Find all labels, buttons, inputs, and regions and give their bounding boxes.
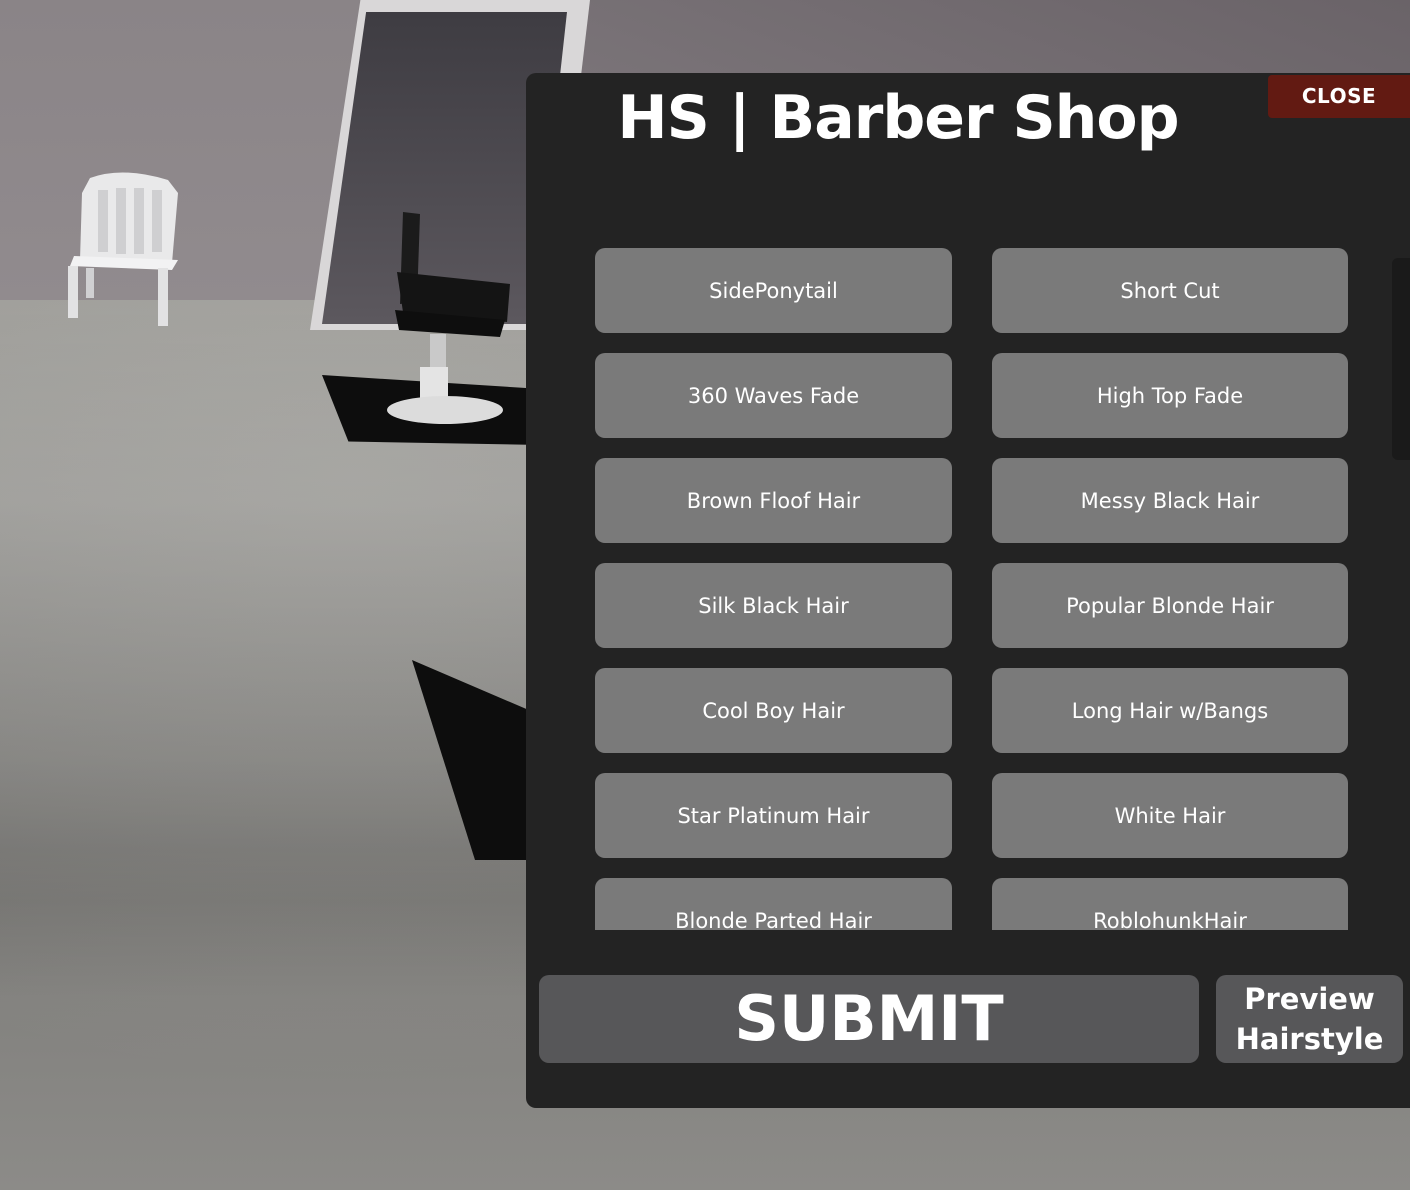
hairstyle-option[interactable]: Star Platinum Hair: [595, 773, 952, 858]
hairstyle-option[interactable]: 360 Waves Fade: [595, 353, 952, 438]
hairstyle-list[interactable]: SidePonytail Short Cut 360 Waves Fade Hi…: [585, 240, 1375, 930]
hairstyle-option[interactable]: Silk Black Hair: [595, 563, 952, 648]
hairstyle-option[interactable]: Cool Boy Hair: [595, 668, 952, 753]
hairstyle-option[interactable]: SidePonytail: [595, 248, 952, 333]
submit-button[interactable]: SUBMIT: [539, 975, 1199, 1063]
hairstyle-option[interactable]: High Top Fade: [992, 353, 1348, 438]
hairstyle-option[interactable]: RoblohunkHair: [992, 878, 1348, 930]
list-scrollbar[interactable]: [1392, 258, 1410, 460]
hairstyle-option[interactable]: Short Cut: [992, 248, 1348, 333]
close-button[interactable]: CLOSE: [1268, 75, 1410, 118]
hairstyle-option[interactable]: Long Hair w/Bangs: [992, 668, 1348, 753]
hairstyle-option[interactable]: White Hair: [992, 773, 1348, 858]
hairstyle-option[interactable]: Blonde Parted Hair: [595, 878, 952, 930]
hairstyle-option[interactable]: Popular Blonde Hair: [992, 563, 1348, 648]
barber-chair: [387, 212, 510, 424]
white-plastic-chair: [68, 172, 178, 326]
hairstyle-option[interactable]: Brown Floof Hair: [595, 458, 952, 543]
hairstyle-option[interactable]: Messy Black Hair: [992, 458, 1348, 543]
preview-hairstyle-button[interactable]: Preview Hairstyle: [1216, 975, 1403, 1063]
hairstyle-grid: SidePonytail Short Cut 360 Waves Fade Hi…: [595, 248, 1348, 930]
panel-title: HS | Barber Shop: [617, 83, 1179, 153]
